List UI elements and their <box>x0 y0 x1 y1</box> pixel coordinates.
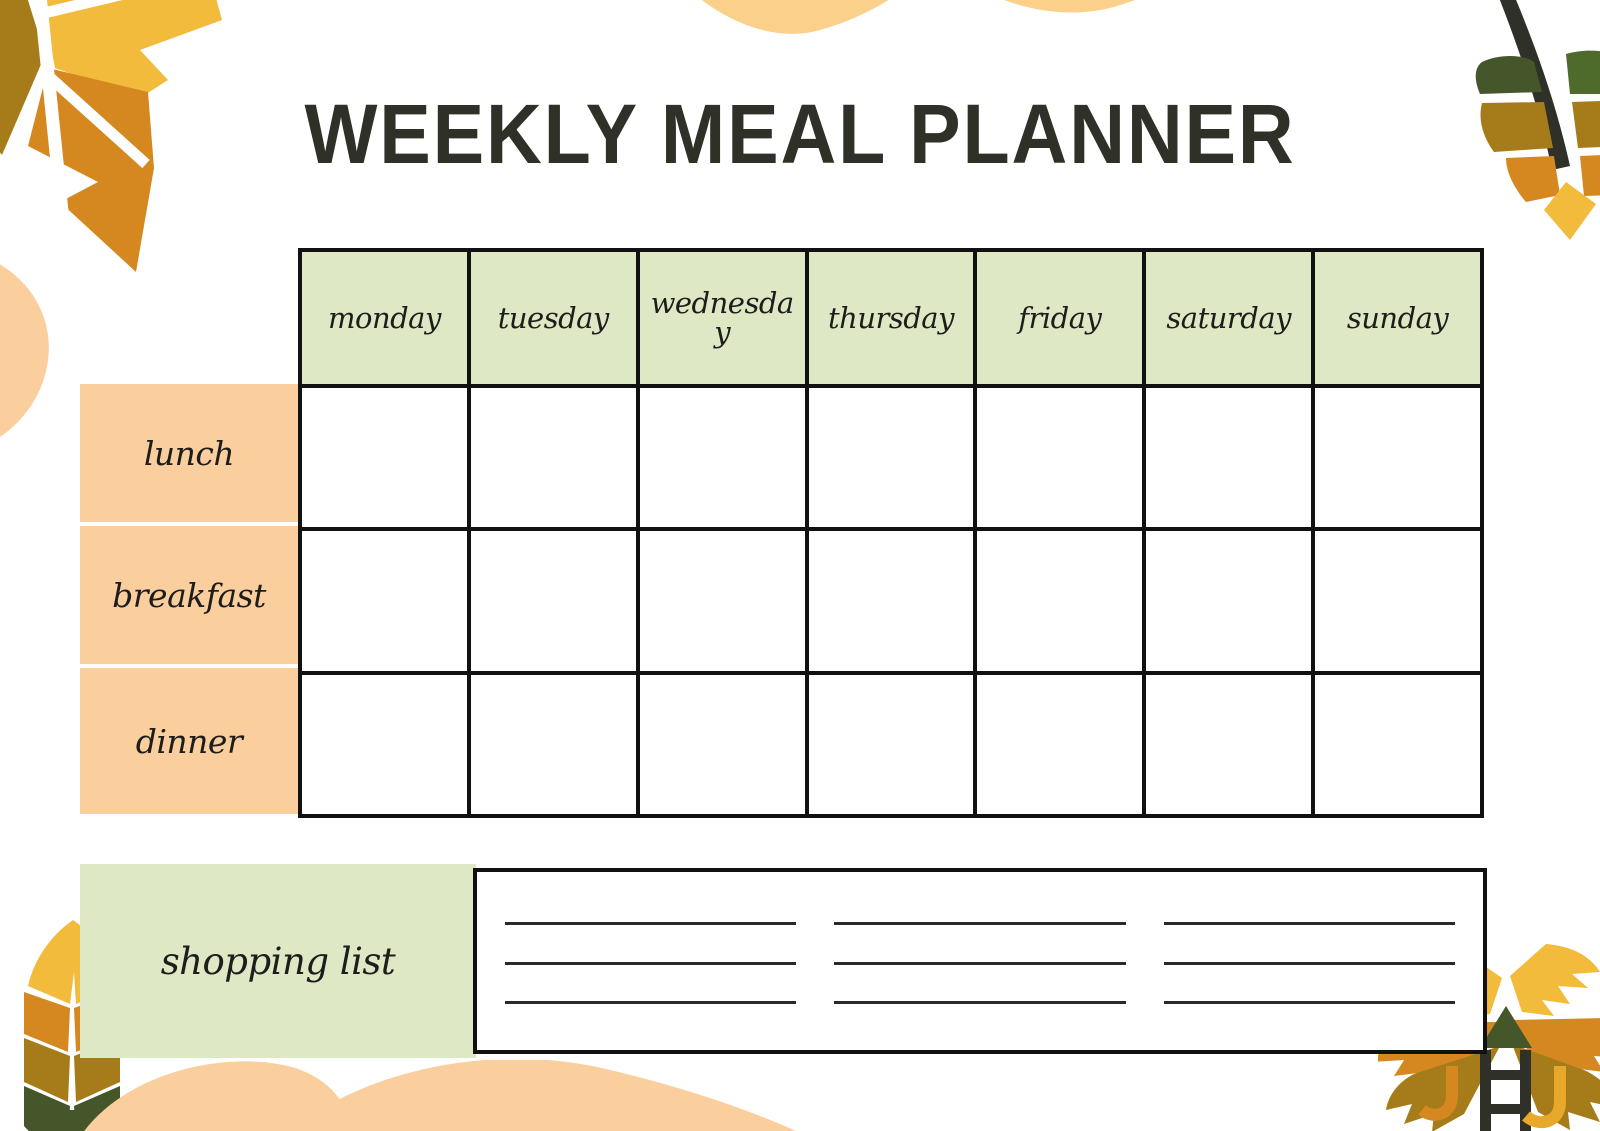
shopping-list-label: shopping list <box>160 939 396 983</box>
meal-cell[interactable] <box>1315 388 1480 528</box>
meal-cell[interactable] <box>470 674 636 814</box>
day-header-label: sunday <box>1346 300 1449 335</box>
planner-grid: monday tuesday wednesday thursday friday… <box>298 248 1484 818</box>
day-header-label: thursday <box>827 300 955 335</box>
meal-cell[interactable] <box>977 674 1143 814</box>
meal-cell[interactable] <box>1146 388 1312 528</box>
page-title: WEEKLY MEAL PLANNER <box>304 87 1296 181</box>
meal-cell[interactable] <box>470 388 636 528</box>
meal-row-label-lunch: lunch <box>80 384 298 522</box>
meal-row-label-text: dinner <box>135 721 243 761</box>
meal-cell[interactable] <box>639 674 805 814</box>
shopping-list-line[interactable] <box>834 961 1126 965</box>
meal-cell[interactable] <box>808 674 974 814</box>
meal-cell[interactable] <box>1315 531 1480 671</box>
meal-cell[interactable] <box>639 531 805 671</box>
day-header-label: monday <box>327 300 441 335</box>
blob-top-center-icon <box>701 0 889 34</box>
meal-cell[interactable] <box>302 674 467 814</box>
blob-bottom-center-icon <box>289 1060 796 1131</box>
meal-cell[interactable] <box>977 388 1143 528</box>
day-header-label: saturday <box>1166 300 1292 335</box>
meal-cell[interactable] <box>977 531 1143 671</box>
shopping-list-line[interactable] <box>834 922 1126 926</box>
meal-cell[interactable] <box>808 388 974 528</box>
meal-cell[interactable] <box>639 388 805 528</box>
meal-cell[interactable] <box>1146 674 1312 814</box>
meal-row-label-text: lunch <box>143 433 235 473</box>
shopping-list-row <box>505 1000 1455 1004</box>
shopping-list-line[interactable] <box>505 961 797 965</box>
meal-row-label-breakfast: breakfast <box>80 526 298 664</box>
meal-cell[interactable] <box>302 531 467 671</box>
shopping-list-row <box>505 961 1455 965</box>
meal-planner-page: WEEKLY MEAL PLANNER monday tuesday wedne… <box>0 0 1600 1131</box>
shopping-list-line[interactable] <box>505 922 797 926</box>
day-header-label: wednesday <box>650 286 795 349</box>
day-header-label: tuesday <box>497 300 610 335</box>
shopping-list-row <box>505 922 1455 926</box>
day-header-tuesday: tuesday <box>470 252 636 384</box>
shopping-list-line[interactable] <box>834 1000 1126 1004</box>
shopping-list-line[interactable] <box>1163 1000 1455 1004</box>
meal-row-label-dinner: dinner <box>80 668 298 814</box>
blob-bottom-left-icon <box>84 1061 356 1131</box>
shopping-list-line[interactable] <box>1163 922 1455 926</box>
shopping-list-line[interactable] <box>505 1000 797 1004</box>
day-header-label: friday <box>1018 300 1102 335</box>
meal-cell[interactable] <box>470 531 636 671</box>
meal-cell[interactable] <box>808 531 974 671</box>
day-header-sunday: sunday <box>1315 252 1480 384</box>
day-header-saturday: saturday <box>1146 252 1312 384</box>
shopping-list-label-panel: shopping list <box>80 864 476 1058</box>
day-header-monday: monday <box>302 252 467 384</box>
day-header-friday: friday <box>977 252 1143 384</box>
meal-cell[interactable] <box>1146 531 1312 671</box>
meal-cell[interactable] <box>1315 674 1480 814</box>
blob-top-right-icon <box>1004 0 1135 13</box>
meal-cell[interactable] <box>302 388 467 528</box>
shopping-list-line[interactable] <box>1163 961 1455 965</box>
shopping-list-box <box>473 868 1487 1054</box>
meal-row-label-text: breakfast <box>112 575 266 615</box>
day-header-wednesday: wednesday <box>639 252 805 384</box>
day-header-thursday: thursday <box>808 252 974 384</box>
